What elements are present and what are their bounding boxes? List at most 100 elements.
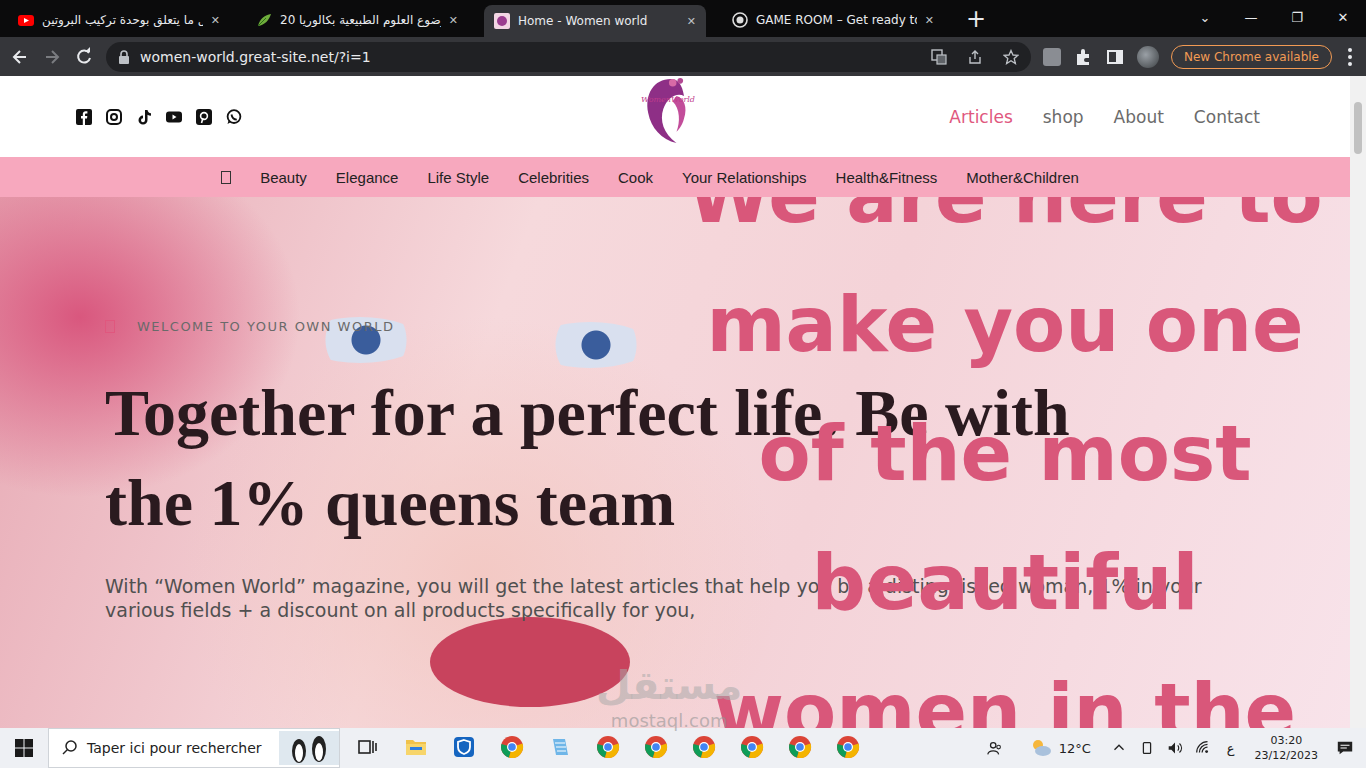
url-text: women-world.great-site.net/?i=1 <box>140 49 371 65</box>
slogan-line: women in the <box>650 647 1350 728</box>
shield-taskbar-button[interactable] <box>440 728 488 768</box>
window-control-button[interactable]: ⌄ <box>1182 0 1228 34</box>
woman-silhouette-icon <box>635 73 701 149</box>
chrome-icon <box>644 735 668 759</box>
update-chrome-button[interactable]: New Chrome available <box>1171 45 1332 69</box>
tab-close-button[interactable]: ✕ <box>449 14 458 27</box>
nav-item[interactable]: shop <box>1043 107 1084 127</box>
back-arrow-icon[interactable] <box>10 47 30 67</box>
category-item[interactable]: Health&Fitness <box>836 169 938 186</box>
date: 23/12/2023 <box>1255 748 1318 763</box>
slogan-line: make you one <box>650 260 1350 389</box>
facebook-icon[interactable] <box>76 109 92 125</box>
taskbar-search[interactable]: Taper ici pour rechercher <box>48 728 340 768</box>
window-control-button[interactable]: ✕ <box>1320 0 1366 34</box>
youtube-icon <box>18 12 34 28</box>
instagram-icon[interactable] <box>106 109 122 125</box>
browser-tab[interactable]: Home - Women world ✕ <box>484 5 706 37</box>
chrome-icon <box>692 735 716 759</box>
category-item[interactable]: Life Style <box>427 169 489 186</box>
chrome-taskbar-button[interactable] <box>824 728 872 768</box>
tiktok-icon[interactable] <box>136 109 152 125</box>
notepad-taskbar-button[interactable] <box>536 728 584 768</box>
chrome-taskbar-button[interactable] <box>680 728 728 768</box>
tab-close-button[interactable]: ✕ <box>211 14 220 27</box>
reload-icon[interactable] <box>74 47 94 67</box>
windows-logo-icon[interactable] <box>0 738 48 758</box>
search-icon <box>61 739 79 757</box>
tab-strip: كل ما يتعلق بوحدة تركيب البروتين ✕ موضوع… <box>0 0 1366 37</box>
chrome-taskbar-button[interactable] <box>632 728 680 768</box>
slogan-line: We are here to <box>650 197 1350 260</box>
clock[interactable]: 03:20 23/12/2023 <box>1255 733 1318 763</box>
people-icon[interactable] <box>986 739 1004 757</box>
home-icon[interactable] <box>221 171 231 184</box>
tab-close-button[interactable]: ✕ <box>925 14 934 27</box>
extension-icon[interactable] <box>1043 48 1061 66</box>
forward-arrow-icon[interactable] <box>42 47 62 67</box>
chrome-icon <box>788 735 812 759</box>
explorer-taskbar-button[interactable] <box>392 728 440 768</box>
browser-toolbar: women-world.great-site.net/?i=1 New Chro… <box>0 37 1366 76</box>
site-logo[interactable]: WomenWorld <box>635 73 701 149</box>
main-nav: Articles shop About Contact <box>701 107 1260 127</box>
category-item[interactable]: Celebrities <box>518 169 589 186</box>
whatsapp-icon[interactable] <box>226 109 242 125</box>
address-bar[interactable]: women-world.great-site.net/?i=1 <box>106 42 1031 72</box>
slogan-line: of the most <box>650 389 1350 518</box>
chevron-up-icon[interactable] <box>1110 739 1128 757</box>
notification-icon[interactable] <box>1336 739 1354 757</box>
lock-icon <box>118 50 130 64</box>
time: 03:20 <box>1270 733 1302 748</box>
puzzle-icon[interactable] <box>1073 47 1093 67</box>
slogan-line: beautiful <box>650 518 1350 647</box>
chrome-taskbar-button[interactable] <box>776 728 824 768</box>
leaf-icon <box>256 12 272 28</box>
category-item[interactable]: Your Relationships <box>682 169 807 186</box>
nav-item[interactable]: Contact <box>1194 107 1260 127</box>
scrollbar-thumb[interactable] <box>1354 102 1362 154</box>
window-control-button[interactable]: ❐ <box>1274 0 1320 34</box>
pinterest-icon[interactable] <box>196 109 212 125</box>
weather-widget[interactable]: 12°C <box>1029 736 1091 760</box>
task-view-icon <box>356 735 380 759</box>
speaker-icon[interactable] <box>1166 739 1184 757</box>
window-control-button[interactable]: — <box>1228 0 1274 34</box>
browser-tab[interactable]: GAME ROOM – Get ready to exp ✕ <box>722 5 944 35</box>
folder-icon <box>404 735 428 759</box>
tab-close-button[interactable]: ✕ <box>687 15 696 28</box>
youtube-icon[interactable] <box>166 109 182 125</box>
category-item[interactable]: Cook <box>618 169 653 186</box>
profile-avatar[interactable] <box>1137 46 1159 68</box>
watermark-name: مستقل <box>596 660 742 710</box>
translate-icon[interactable] <box>931 49 947 65</box>
input-language[interactable]: ع <box>1227 741 1235 756</box>
chrome-icon <box>836 735 860 759</box>
taskview-taskbar-button[interactable] <box>344 728 392 768</box>
category-item[interactable]: Beauty <box>260 169 307 186</box>
cloud-sun-icon <box>1029 736 1053 760</box>
side-panel-icon[interactable] <box>1105 47 1125 67</box>
chrome-taskbar-button[interactable] <box>488 728 536 768</box>
search-placeholder: Taper ici pour rechercher <box>87 740 262 756</box>
share-icon[interactable] <box>967 49 983 65</box>
category-item[interactable]: Elegance <box>336 169 399 186</box>
device-icon[interactable] <box>1138 739 1156 757</box>
browser-tab[interactable]: كل ما يتعلق بوحدة تركيب البروتين ✕ <box>8 5 230 35</box>
chrome-icon <box>500 735 524 759</box>
chrome-taskbar-button[interactable] <box>728 728 776 768</box>
browser-tab[interactable]: موضوع العلوم الطبيعية بكالوريا 20 ✕ <box>246 5 468 35</box>
nav-item[interactable]: Articles <box>949 107 1012 127</box>
site-header: WomenWorld Articles shop About Contact <box>0 76 1350 157</box>
category-bar: Beauty Elegance Life Style Celebrities Cook Y… <box>0 157 1350 197</box>
nav-item[interactable]: About <box>1114 107 1164 127</box>
new-tab-button[interactable]: + <box>966 5 986 33</box>
scrollbar[interactable] <box>1350 76 1366 728</box>
tab-title: GAME ROOM – Get ready to exp <box>756 13 917 27</box>
chrome-taskbar-button[interactable] <box>584 728 632 768</box>
menu-icon[interactable] <box>1344 48 1356 66</box>
wifi-icon[interactable] <box>1194 739 1212 757</box>
category-item[interactable]: Mother&Children <box>966 169 1079 186</box>
star-icon[interactable] <box>1003 49 1019 65</box>
taskbar: Taper ici pour rechercher 12°C ع 03:20 2… <box>0 728 1366 768</box>
